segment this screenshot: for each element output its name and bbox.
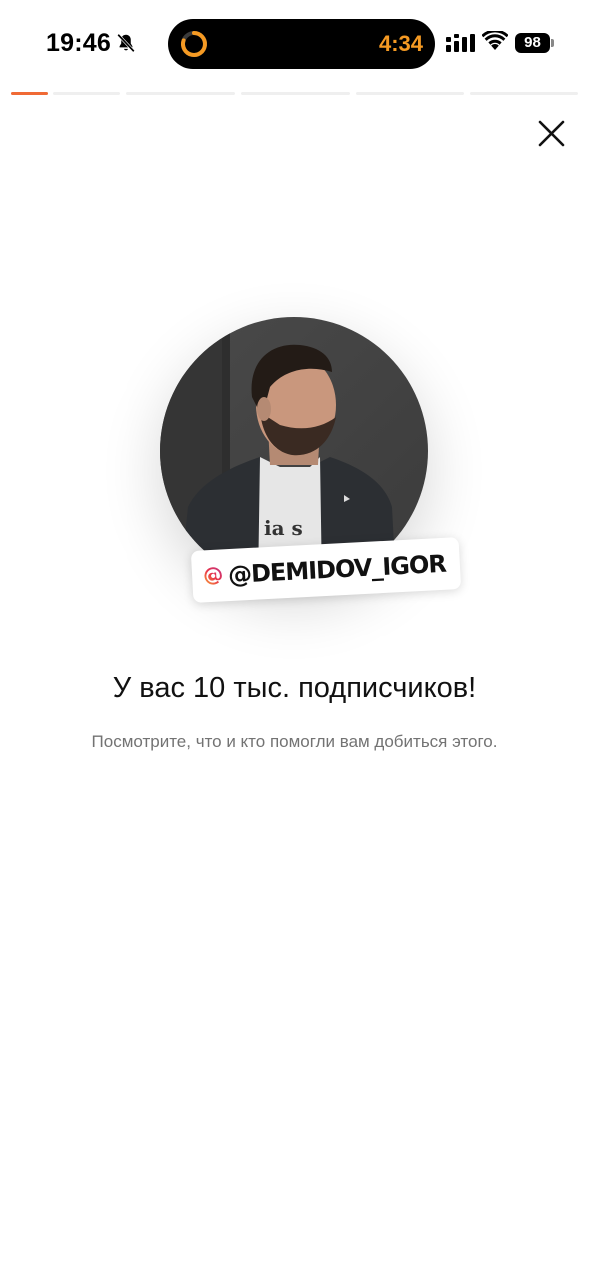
svg-text:ia s: ia s: [264, 516, 303, 540]
username-handle: @DEMIDOV_IGOR: [227, 549, 447, 590]
progress-segment: [126, 92, 235, 95]
timer-text: 4:34: [378, 31, 423, 56]
threads-icon: [204, 567, 222, 585]
cellular-signal-icon: [446, 34, 475, 52]
progress-segment-fill: [11, 92, 48, 95]
progress-segment: [356, 92, 464, 95]
milestone-subtitle: Посмотрите, что и кто помогли вам добить…: [91, 732, 498, 751]
progress-segment: [241, 92, 350, 95]
story-progress: [11, 92, 578, 96]
close-icon[interactable]: [530, 113, 572, 155]
milestone-title: У вас 10 тыс. подписчиков!: [112, 672, 477, 704]
story-screen: 19:46 4:34 98 ia s @DEMIDOV_IGOR У вас 1…: [0, 0, 589, 1280]
timer-ring-icon: [181, 31, 207, 57]
battery-icon: 98: [515, 33, 550, 53]
status-time: 19:46: [46, 29, 111, 57]
bell-slash-icon: [117, 33, 135, 53]
progress-segment: [11, 92, 48, 95]
progress-segment: [470, 92, 578, 95]
wifi-icon: [482, 31, 508, 50]
progress-segment: [53, 92, 120, 95]
status-bar: 19:46 4:34 98: [0, 0, 589, 88]
dynamic-island[interactable]: 4:34: [168, 19, 435, 69]
battery-cap: [551, 39, 554, 47]
